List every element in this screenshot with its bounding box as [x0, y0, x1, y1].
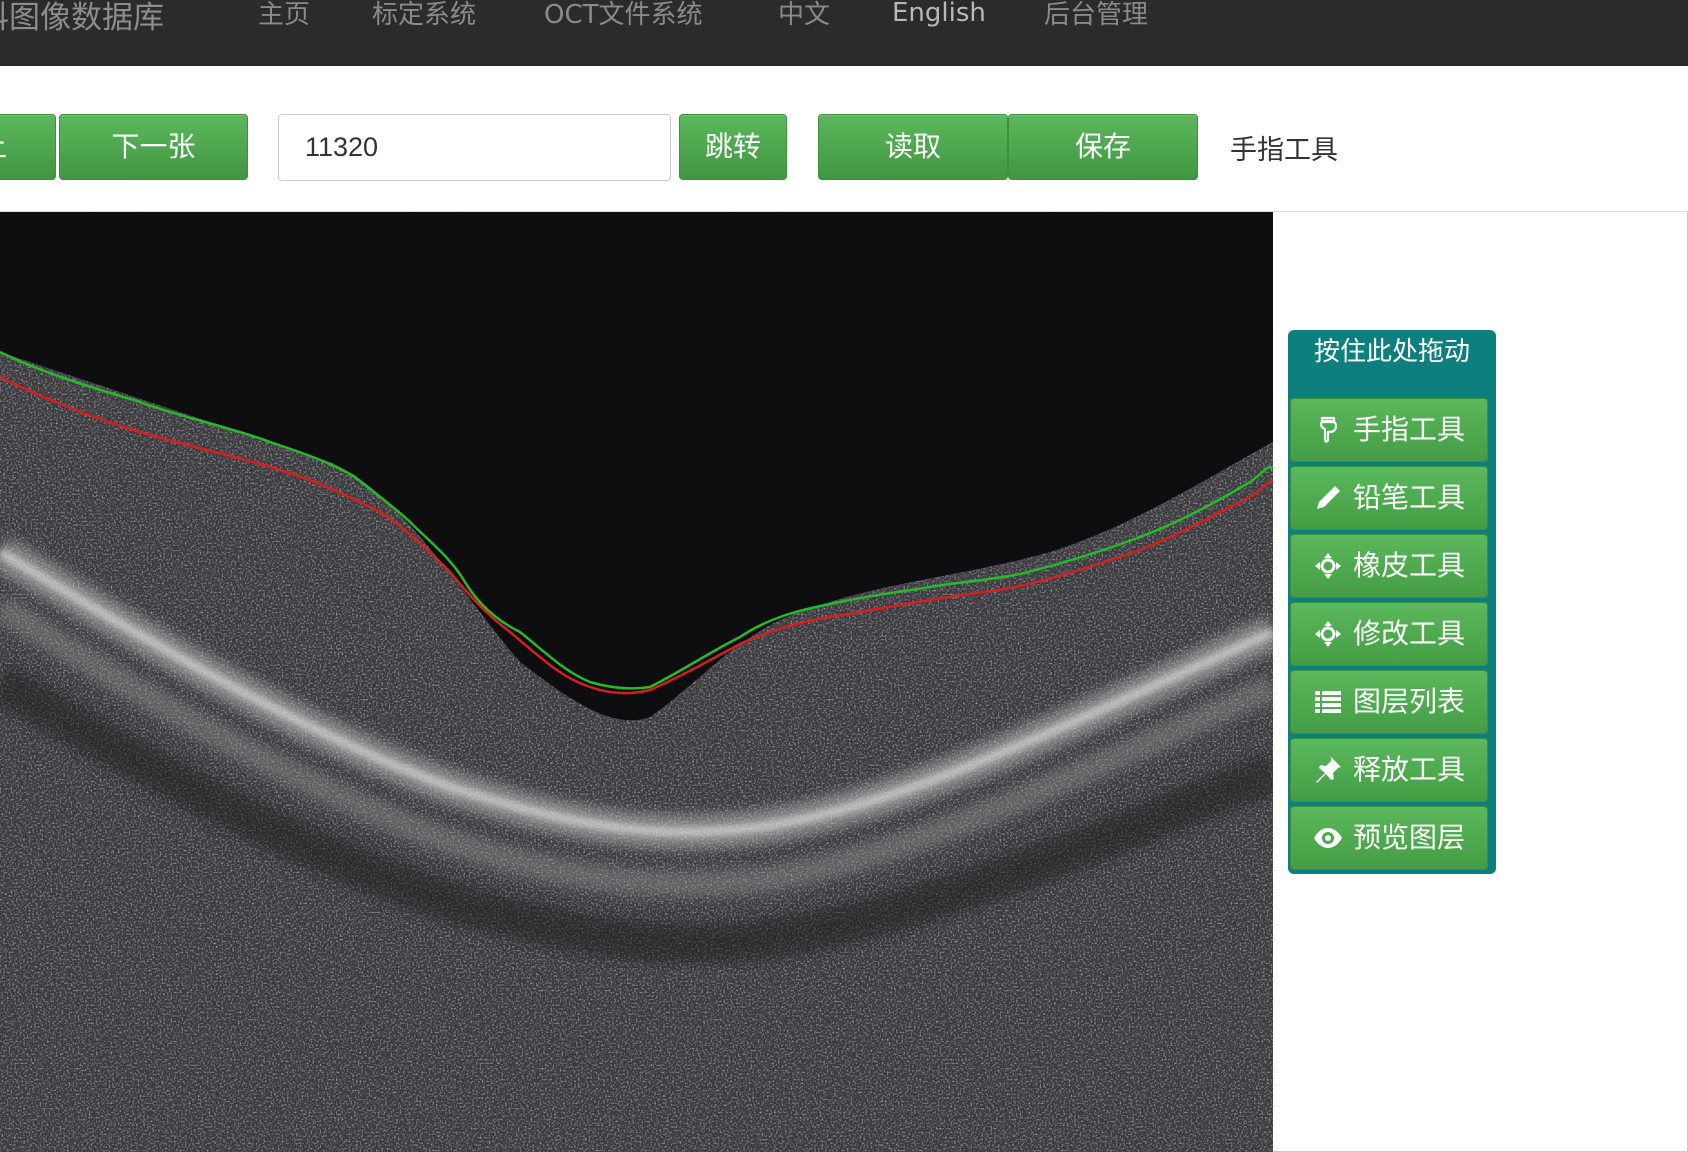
tool-label: 图层列表	[1353, 685, 1466, 718]
jump-button[interactable]: 跳转	[679, 114, 787, 180]
jump-index-input[interactable]	[278, 114, 671, 181]
nav-chinese[interactable]: 中文	[778, 0, 830, 31]
eye-icon	[1314, 828, 1342, 848]
current-tool-label: 手指工具	[1230, 135, 1338, 166]
layer-list-button[interactable]: 图层列表	[1290, 670, 1488, 734]
release-tool-button[interactable]: 释放工具	[1290, 738, 1488, 802]
tool-label: 铅笔工具	[1353, 481, 1466, 514]
prev-button[interactable]: 上	[0, 114, 56, 180]
tool-label: 释放工具	[1353, 753, 1466, 786]
tool-label: 修改工具	[1353, 617, 1466, 650]
move-crosshair-icon	[1315, 553, 1341, 579]
oct-scan-image[interactable]	[0, 212, 1273, 1152]
read-button[interactable]: 读取	[818, 114, 1008, 180]
hand-tool-button[interactable]: 手指工具	[1290, 398, 1488, 462]
next-button[interactable]: 下一张	[59, 114, 248, 180]
nav-home[interactable]: 主页	[258, 0, 310, 31]
list-icon	[1315, 691, 1341, 713]
nav-oct-file-system[interactable]: OCT文件系统	[544, 0, 703, 31]
pencil-icon	[1317, 486, 1340, 509]
move-crosshair-icon	[1315, 621, 1341, 647]
pencil-tool-button[interactable]: 铅笔工具	[1290, 466, 1488, 530]
brand-title[interactable]: 科图像数据库	[0, 0, 164, 37]
drag-handle[interactable]: 按住此处拖动	[1288, 330, 1496, 398]
tool-label: 预览图层	[1353, 821, 1466, 854]
nav-admin[interactable]: 后台管理	[1044, 0, 1148, 31]
hand-pointer-icon	[1319, 416, 1338, 443]
oct-image-canvas[interactable]	[0, 212, 1273, 1152]
preview-layer-button[interactable]: 预览图层	[1290, 806, 1488, 870]
pushpin-icon	[1316, 757, 1341, 783]
eraser-tool-button[interactable]: 橡皮工具	[1290, 534, 1488, 598]
tool-label: 手指工具	[1353, 413, 1466, 446]
save-button[interactable]: 保存	[1008, 114, 1198, 180]
tool-label: 橡皮工具	[1353, 549, 1466, 582]
nav-english[interactable]: English	[892, 0, 986, 28]
nav-annotation-system[interactable]: 标定系统	[372, 0, 476, 31]
edit-tool-button[interactable]: 修改工具	[1290, 602, 1488, 666]
tool-panel: 按住此处拖动 手指工具 铅笔工具 橡皮工具 修改工具 图层列表 释放工具 预览图…	[1288, 330, 1496, 874]
top-navbar: 科图像数据库 主页 标定系统 OCT文件系统 中文 English 后台管理	[0, 0, 1688, 67]
